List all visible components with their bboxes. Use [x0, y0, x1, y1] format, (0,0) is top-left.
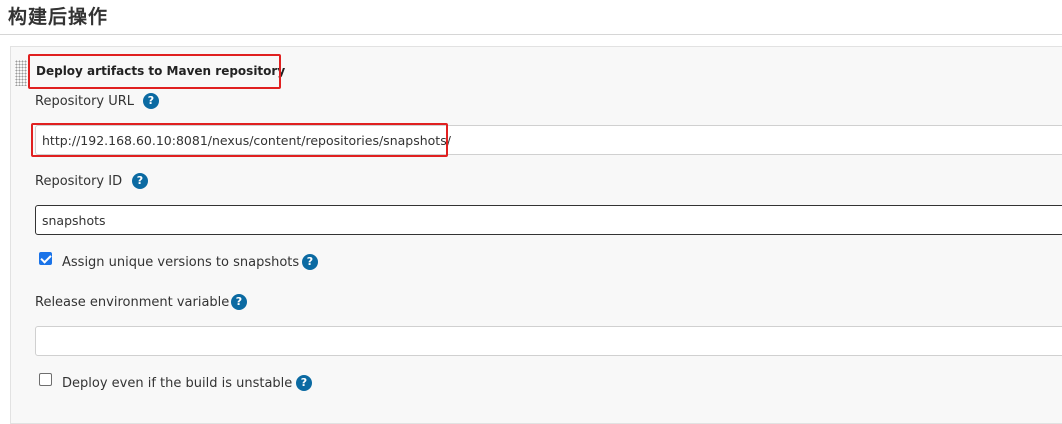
release-env-label: Release environment variable — [35, 295, 230, 310]
release-env-input[interactable] — [35, 326, 1062, 356]
repository-id-help-icon[interactable]: ? — [132, 173, 148, 189]
unique-versions-help-icon[interactable]: ? — [302, 254, 318, 270]
unique-versions-checkbox[interactable] — [39, 252, 52, 265]
repository-url-input[interactable] — [35, 125, 1062, 155]
repository-url-label: Repository URL — [35, 94, 135, 109]
deploy-unstable-help-icon[interactable]: ? — [296, 375, 312, 391]
panel-title: Deploy artifacts to Maven repository — [36, 64, 286, 78]
deploy-unstable-label: Deploy even if the build is unstable — [62, 376, 293, 391]
drag-handle[interactable] — [15, 60, 27, 86]
section-header: 构建后操作 — [0, 0, 1062, 35]
repository-id-label: Repository ID — [35, 174, 123, 189]
release-env-help-icon[interactable]: ? — [231, 294, 247, 310]
section-title: 构建后操作 — [8, 6, 109, 28]
post-build-panel — [10, 46, 1062, 424]
unique-versions-label: Assign unique versions to snapshots — [62, 255, 300, 270]
repository-url-help-icon[interactable]: ? — [143, 93, 159, 109]
repository-id-input[interactable] — [35, 205, 1062, 235]
deploy-unstable-checkbox[interactable] — [39, 373, 52, 386]
